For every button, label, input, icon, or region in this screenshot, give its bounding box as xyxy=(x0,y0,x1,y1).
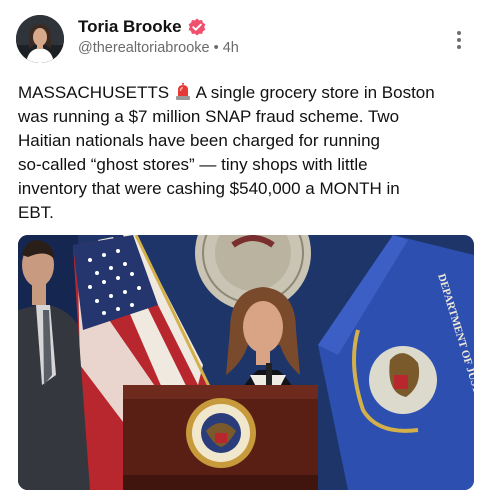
post-timestamp: 4h xyxy=(222,40,239,56)
post-meta: @therealtoriabrooke • 4h xyxy=(78,40,239,56)
meta-separator: • xyxy=(213,40,219,56)
more-options-button[interactable] xyxy=(448,27,470,53)
social-post: Toria Brooke @therealtoriabrooke • 4h MASS… xyxy=(0,0,492,500)
siren-emoji-icon xyxy=(175,83,191,100)
post-text: MASSACHUSETTS A single grocery store in … xyxy=(18,81,480,225)
author-handle[interactable]: @therealtoriabrooke xyxy=(78,40,210,56)
podium xyxy=(123,385,318,490)
more-dot-icon xyxy=(457,31,461,35)
author-name-row: Toria Brooke xyxy=(78,17,206,37)
post-text-part-2: A single grocery store in Boston was run… xyxy=(18,83,435,222)
more-dot-icon xyxy=(457,45,461,49)
post-video-thumbnail[interactable]: DEPARTMENT OF JUSTICE xyxy=(18,235,474,490)
author-name[interactable]: Toria Brooke xyxy=(78,17,182,37)
verified-badge-icon xyxy=(188,18,206,36)
more-dot-icon xyxy=(457,38,461,42)
post-text-part-1: MASSACHUSETTS xyxy=(18,83,174,102)
avatar-photo xyxy=(16,15,64,63)
author-avatar[interactable] xyxy=(16,15,64,63)
